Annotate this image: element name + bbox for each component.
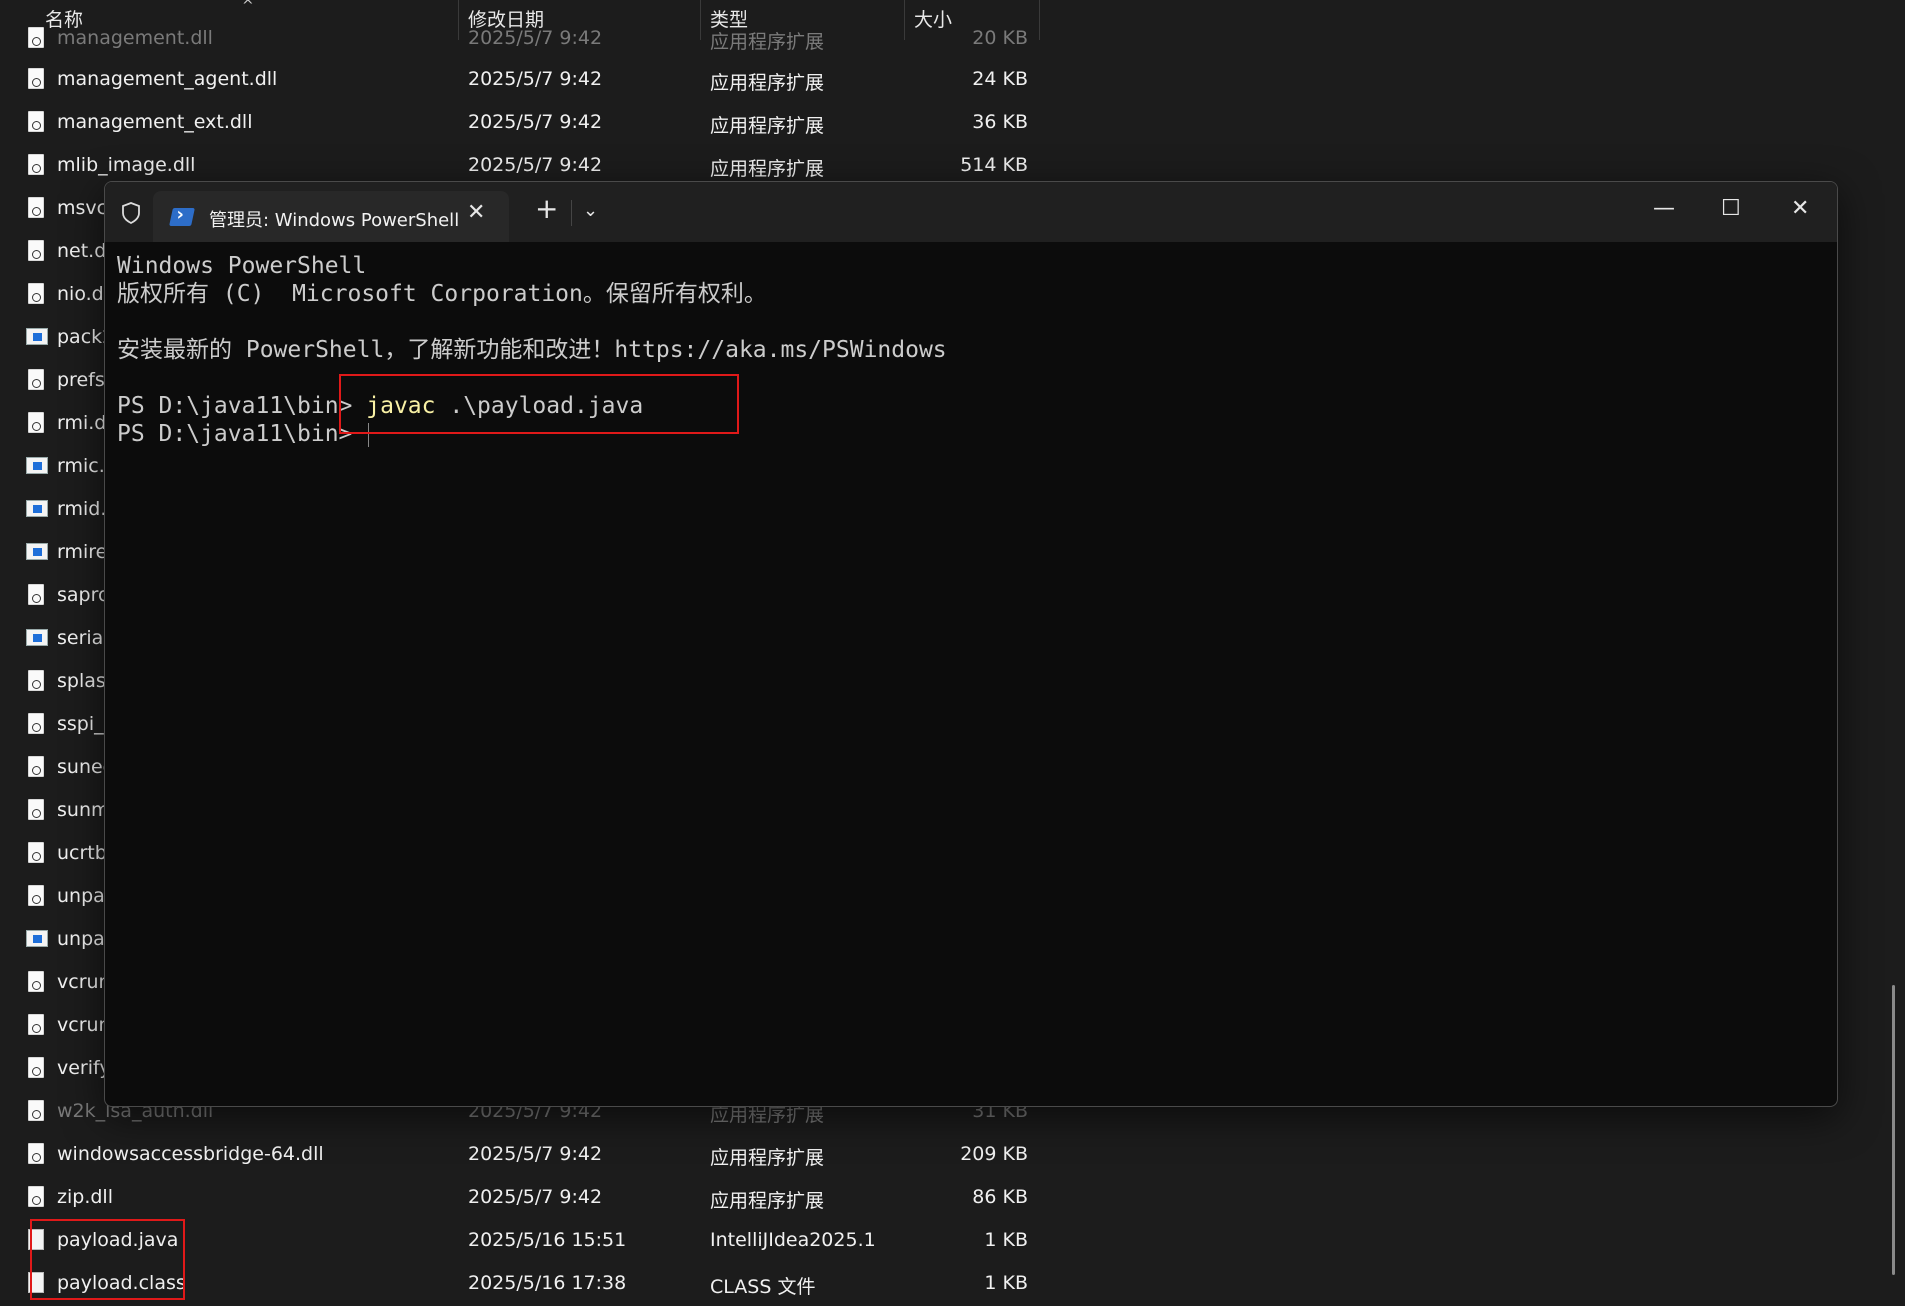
dll-icon xyxy=(28,1100,46,1123)
file-name: sunm xyxy=(57,799,110,821)
table-row[interactable]: management.dll 2025/5/7 9:42 应用程序扩展 20 KB xyxy=(0,18,1040,61)
file-type: 应用程序扩展 xyxy=(710,1147,825,1169)
file-size: 20 KB xyxy=(972,27,1028,49)
exe-icon xyxy=(26,627,48,650)
table-row[interactable]: management_ext.dll 2025/5/7 9:42 应用程序扩展 36 … xyxy=(0,102,1040,145)
exe-icon xyxy=(26,455,48,478)
tab-powershell[interactable]: 管理员: Windows PowerShell ✕ xyxy=(153,191,509,242)
file-name: zip.dll xyxy=(57,1186,113,1208)
exe-icon xyxy=(26,326,48,349)
console-line: 安装最新的 PowerShell，了解新功能和改进！https://aka.ms… xyxy=(117,337,947,363)
tab-title: 管理员: Windows PowerShell xyxy=(209,210,460,231)
table-row[interactable]: zip.dll 2025/5/7 9:42 应用程序扩展 86 KB xyxy=(0,1177,1040,1220)
exe-icon xyxy=(26,498,48,521)
file-size: 86 KB xyxy=(972,1186,1028,1208)
file-type: 应用程序扩展 xyxy=(710,115,825,137)
file-size: 1 KB xyxy=(984,1272,1028,1294)
console-line: 版权所有 (C) Microsoft Corporation。保留所有权利。 xyxy=(117,281,767,307)
dll-icon xyxy=(28,584,46,607)
chevron-down-icon[interactable]: ⌄ xyxy=(583,200,598,221)
prompt: PS D:\java11\bin> xyxy=(117,393,367,419)
vertical-scrollbar[interactable] xyxy=(1892,985,1895,1275)
dll-icon xyxy=(28,369,46,392)
file-name: serial xyxy=(57,627,109,649)
dll-icon xyxy=(28,971,46,994)
file-name: management_agent.dll xyxy=(57,68,278,90)
dll-icon xyxy=(28,1014,46,1037)
file-name: prefs. xyxy=(57,369,111,391)
powershell-icon xyxy=(169,208,195,226)
file-name: vcrun xyxy=(57,1014,111,1036)
title-bar[interactable]: 管理员: Windows PowerShell ✕ + ⌄ — ☐ ✕ xyxy=(105,182,1837,242)
highlight-box-files xyxy=(30,1219,185,1300)
tab-close-icon[interactable]: ✕ xyxy=(467,200,485,225)
console-blank xyxy=(117,308,1827,336)
table-row[interactable]: management_agent.dll 2025/5/7 9:42 应用程序扩展 2… xyxy=(0,59,1040,102)
dll-icon xyxy=(28,1186,46,1209)
dll-icon xyxy=(28,885,46,908)
prompt: PS D:\java11\bin> xyxy=(117,421,367,447)
file-date: 2025/5/7 9:42 xyxy=(468,68,603,90)
file-date: 2025/5/7 9:42 xyxy=(468,111,603,133)
dll-icon xyxy=(28,283,46,306)
file-date: 2025/5/7 9:42 xyxy=(468,154,603,176)
dll-icon xyxy=(28,756,46,779)
file-size: 36 KB xyxy=(972,111,1028,133)
dll-icon xyxy=(28,713,46,736)
maximize-button[interactable]: ☐ xyxy=(1721,196,1741,221)
file-name: management_ext.dll xyxy=(57,111,253,133)
dll-icon xyxy=(28,799,46,822)
file-name: ucrtb xyxy=(57,842,107,864)
file-date: 2025/5/7 9:42 xyxy=(468,1143,603,1165)
file-size: 514 KB xyxy=(960,154,1028,176)
file-date: 2025/5/16 17:38 xyxy=(468,1272,627,1294)
file-date: 2025/5/7 9:42 xyxy=(468,27,603,49)
dll-icon xyxy=(28,154,46,177)
file-name: windowsaccessbridge-64.dll xyxy=(57,1143,324,1165)
file-size: 24 KB xyxy=(972,68,1028,90)
file-name: sapro xyxy=(57,584,110,606)
file-name: verify xyxy=(57,1057,111,1079)
file-name: vcrun xyxy=(57,971,111,993)
close-button[interactable]: ✕ xyxy=(1791,196,1809,221)
powershell-window[interactable]: 管理员: Windows PowerShell ✕ + ⌄ — ☐ ✕ Wind… xyxy=(104,181,1838,1107)
file-type: IntelliJIdea2025.1 xyxy=(710,1229,876,1251)
dll-icon xyxy=(28,111,46,134)
sort-indicator[interactable]: ^ xyxy=(242,0,254,14)
file-type: 应用程序扩展 xyxy=(710,72,825,94)
file-name: nio.dl xyxy=(57,283,109,305)
tab-divider xyxy=(571,200,572,226)
file-type: 应用程序扩展 xyxy=(710,1190,825,1212)
file-name: management.dll xyxy=(57,27,213,49)
dll-icon xyxy=(28,412,46,435)
dll-icon xyxy=(28,670,46,693)
file-date: 2025/5/16 15:51 xyxy=(468,1229,627,1251)
file-type: 应用程序扩展 xyxy=(710,31,825,53)
table-row[interactable]: windowsaccessbridge-64.dll 2025/5/7 9:42 应… xyxy=(0,1134,1040,1177)
exe-icon xyxy=(26,928,48,951)
dll-icon xyxy=(28,68,46,91)
file-name: mlib_image.dll xyxy=(57,154,196,176)
dll-icon xyxy=(28,240,46,263)
file-type: 应用程序扩展 xyxy=(710,158,825,180)
file-size: 1 KB xyxy=(984,1229,1028,1251)
highlight-box-command xyxy=(339,374,739,434)
file-size: 209 KB xyxy=(960,1143,1028,1165)
dll-icon xyxy=(28,1057,46,1080)
dll-icon xyxy=(28,27,46,50)
file-name: rmire xyxy=(57,541,108,563)
exe-icon xyxy=(26,541,48,564)
dll-icon xyxy=(28,842,46,865)
console-line: Windows PowerShell xyxy=(117,253,367,279)
file-type: CLASS 文件 xyxy=(710,1276,816,1298)
minimize-button[interactable]: — xyxy=(1653,196,1675,221)
dll-icon xyxy=(28,197,46,220)
dll-icon xyxy=(28,1143,46,1166)
file-date: 2025/5/7 9:42 xyxy=(468,1186,603,1208)
new-tab-button[interactable]: + xyxy=(535,195,558,223)
shield-icon xyxy=(122,202,140,224)
